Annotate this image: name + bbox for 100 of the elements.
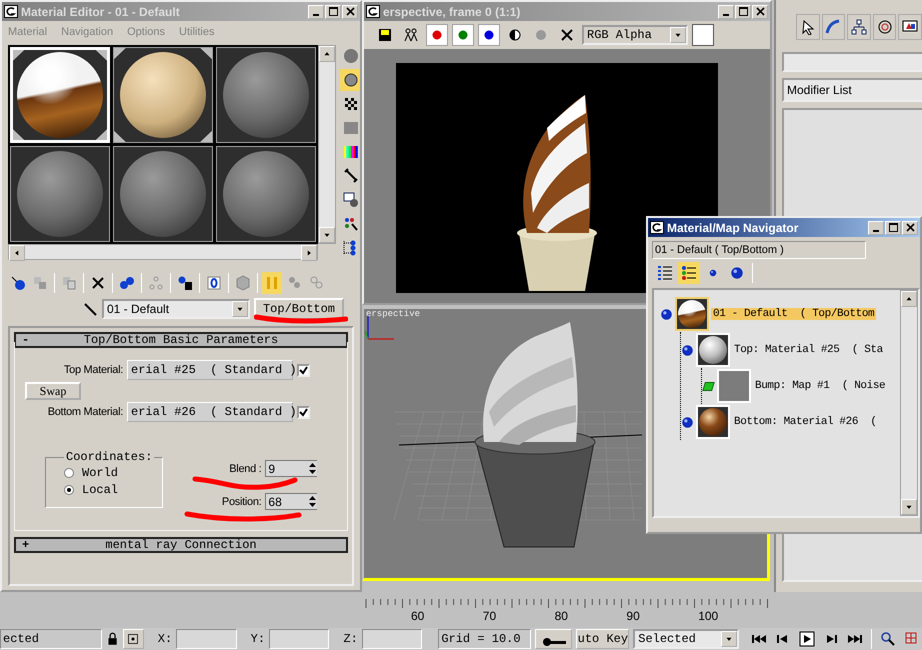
panel-tab[interactable] bbox=[847, 14, 871, 40]
maximize-icon bbox=[888, 223, 898, 232]
swap-button[interactable]: Swap bbox=[25, 382, 81, 400]
minimize-button[interactable] bbox=[868, 220, 884, 234]
sphere-arrow-icon bbox=[10, 275, 26, 291]
close-button[interactable] bbox=[752, 4, 768, 18]
panel-tab[interactable] bbox=[898, 14, 922, 40]
set-key-button[interactable] bbox=[534, 629, 572, 649]
spinner-field[interactable]: 9 bbox=[265, 460, 318, 477]
frame-tick-label: 60 bbox=[411, 609, 426, 623]
tree-item-label[interactable]: Top: Material #25 ( Sta bbox=[732, 344, 885, 356]
app-logo-icon bbox=[366, 5, 380, 18]
vertical-bars-icon bbox=[264, 275, 280, 291]
close-button[interactable] bbox=[902, 220, 918, 234]
key-filter-dropdown[interactable]: Selected bbox=[633, 629, 739, 649]
grid-size-field: Grid = 10.0 bbox=[438, 629, 531, 649]
material-type-button[interactable]: Top/Bottom bbox=[254, 298, 344, 320]
copy-material-icon bbox=[61, 275, 77, 291]
tree-item-label[interactable]: 01 - Default ( Top/Bottom bbox=[711, 308, 876, 320]
dot-icon bbox=[533, 27, 549, 43]
channel-toggle-button[interactable] bbox=[452, 24, 474, 46]
sphere-icon bbox=[343, 48, 359, 64]
field-label: Top Material: bbox=[62, 364, 123, 376]
close-icon bbox=[559, 27, 575, 43]
swatch-thumbnail[interactable] bbox=[675, 297, 709, 331]
color-bars-icon bbox=[343, 144, 359, 160]
maximize-button[interactable] bbox=[885, 220, 901, 234]
panel-tab[interactable] bbox=[796, 14, 820, 40]
square-icon bbox=[343, 120, 359, 136]
map-parallelogram-icon bbox=[702, 380, 715, 392]
minimize-button[interactable] bbox=[308, 4, 324, 18]
tree-item-label[interactable]: Bump: Map #1 ( Noise bbox=[753, 380, 888, 392]
material-ball-icon bbox=[660, 308, 673, 320]
rollout-header[interactable]: - Top/Bottom Basic Parameters bbox=[14, 332, 348, 348]
crosshair-icon bbox=[127, 633, 140, 645]
scroll-down-button[interactable] bbox=[901, 499, 917, 515]
color-list-icon bbox=[681, 265, 697, 281]
vertical-scrollbar[interactable] bbox=[318, 45, 336, 244]
scroll-up-button[interactable] bbox=[319, 46, 335, 62]
bottom-material-button[interactable]: erial #26 ( Standard ) bbox=[127, 402, 293, 422]
scroll-down-button[interactable] bbox=[319, 227, 335, 243]
channel-dropdown[interactable]: RGB Alpha bbox=[582, 25, 688, 45]
window-sphere-icon bbox=[343, 192, 359, 208]
time-ruler[interactable]: 60 70 80 90 100 bbox=[362, 597, 770, 628]
viewport-label: erspective bbox=[366, 309, 420, 319]
material-ball-icon bbox=[709, 269, 717, 277]
coordinate-field[interactable] bbox=[269, 629, 330, 649]
checkbox[interactable] bbox=[297, 364, 310, 376]
color-swatch[interactable] bbox=[692, 24, 714, 46]
channel-toggle-button[interactable] bbox=[426, 24, 448, 46]
hierarchy-icon bbox=[148, 275, 164, 291]
spinner-field[interactable]: 68 bbox=[265, 493, 318, 510]
radio-option[interactable]: World bbox=[64, 466, 154, 480]
maximize-button[interactable] bbox=[325, 4, 341, 18]
people-arrow-icon bbox=[308, 275, 324, 291]
auto-key-button[interactable]: uto Key bbox=[576, 629, 630, 649]
horizontal-scrollbar[interactable] bbox=[8, 244, 318, 260]
radio-button[interactable] bbox=[64, 485, 74, 495]
top-material-button[interactable]: erial #25 ( Standard ) bbox=[127, 360, 293, 380]
play-icon bbox=[799, 631, 815, 647]
material-sphere bbox=[699, 336, 727, 364]
sample-slot[interactable] bbox=[113, 47, 213, 143]
scroll-right-button[interactable] bbox=[301, 245, 317, 261]
scroll-up-button[interactable] bbox=[901, 291, 917, 307]
checkmark-icon bbox=[299, 408, 308, 416]
checkbox[interactable] bbox=[297, 406, 310, 418]
curve-icon bbox=[825, 19, 842, 35]
material-name-dropdown[interactable]: 01 - Default bbox=[102, 299, 250, 319]
scroll-left-button[interactable] bbox=[9, 245, 25, 261]
modifier-list-dropdown[interactable]: Modifier List bbox=[782, 78, 922, 102]
coordinate-field[interactable] bbox=[362, 629, 422, 649]
dots-cursor-icon bbox=[343, 216, 359, 232]
absolute-mode-button[interactable] bbox=[122, 629, 144, 649]
rollout-header[interactable]: + mental ray Connection bbox=[14, 537, 348, 553]
icon-list-view-button[interactable] bbox=[678, 262, 700, 284]
radio-button[interactable] bbox=[64, 468, 74, 478]
object-name-field[interactable] bbox=[782, 52, 922, 72]
delete-icon bbox=[90, 275, 106, 291]
material-path-field: 01 - Default ( Top/Bottom ) bbox=[652, 241, 866, 259]
material-sphere bbox=[699, 408, 727, 436]
panel-tab[interactable] bbox=[872, 14, 896, 40]
channel-toggle-button[interactable] bbox=[478, 24, 500, 46]
vertical-scrollbar[interactable] bbox=[900, 290, 918, 516]
dot-icon bbox=[457, 29, 469, 41]
dot-icon bbox=[483, 29, 495, 41]
radio-option[interactable]: Local bbox=[64, 483, 154, 497]
minimize-icon bbox=[723, 14, 729, 16]
material-ball-icon bbox=[730, 266, 744, 280]
minimize-button[interactable] bbox=[718, 4, 734, 18]
material-ball-icon bbox=[681, 416, 694, 428]
maximize-icon bbox=[738, 7, 748, 16]
tree-item-label[interactable]: Bottom: Material #26 ( bbox=[732, 416, 879, 428]
maximize-button[interactable] bbox=[735, 4, 751, 18]
coordinate-field[interactable] bbox=[176, 629, 237, 649]
wheel-icon bbox=[876, 19, 893, 35]
frame-tick-label: 70 bbox=[482, 609, 498, 623]
material-sphere bbox=[678, 300, 706, 328]
close-button[interactable] bbox=[342, 4, 358, 18]
lock-icon bbox=[106, 632, 119, 646]
dot-icon bbox=[431, 29, 443, 41]
